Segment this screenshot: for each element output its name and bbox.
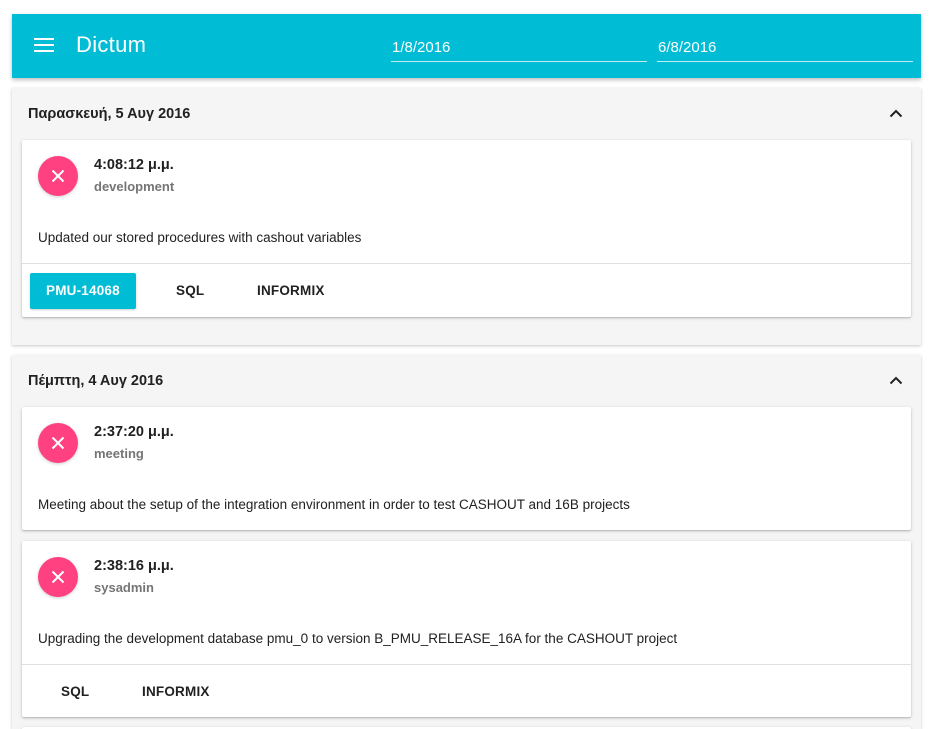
day-title: Πέμπτη, 4 Αυγ 2016 [28,373,164,389]
entry-time: 2:37:20 μ.μ. [94,424,174,440]
entry-card: 2:37:20 μ.μ. meeting Meeting about the s… [22,407,911,530]
tag-chip[interactable]: INFORMIX [126,674,226,710]
date-to-field[interactable] [657,34,913,62]
close-icon [51,570,65,584]
chevron-up-icon[interactable] [889,375,903,385]
delete-entry-button[interactable] [38,557,78,597]
close-icon [51,169,65,183]
entry-time: 2:38:16 μ.μ. [94,558,174,574]
day-header[interactable]: Πέμπτη, 4 Αυγ 2016 [12,355,921,407]
day-group: Πέμπτη, 4 Αυγ 2016 2:37:20 μ.μ. meeting … [12,355,921,729]
entry-description: Upgrading the development database pmu_0… [38,631,678,646]
close-icon [51,436,65,450]
app-title: Dictum [76,32,147,57]
entry-description: Updated our stored procedures with casho… [38,230,362,245]
day-header[interactable]: Παρασκευή, 5 Αυγ 2016 [12,88,921,140]
entry-card: 4:08:12 μ.μ. development Updated our sto… [22,140,911,317]
day-title: Παρασκευή, 5 Αυγ 2016 [28,106,191,122]
delete-entry-button[interactable] [38,156,78,196]
entry-description: Meeting about the setup of the integrati… [38,497,630,512]
app-toolbar: Dictum [12,14,921,78]
tag-chip[interactable]: SQL [45,674,105,710]
tag-chip[interactable]: SQL [160,273,220,309]
entry-category: sysadmin [94,580,154,595]
date-from-field[interactable] [391,34,647,62]
delete-entry-button[interactable] [38,423,78,463]
menu-icon[interactable] [34,38,54,54]
tag-chip[interactable]: INFORMIX [241,273,341,309]
tags-bar: PMU-14068 SQL INFORMIX [22,263,911,317]
tag-chip[interactable]: PMU-14068 [30,273,136,309]
chevron-up-icon[interactable] [889,108,903,118]
entry-card: 2:38:16 μ.μ. sysadmin Upgrading the deve… [22,541,911,717]
entry-time: 4:08:12 μ.μ. [94,157,174,173]
entry-category: meeting [94,446,144,461]
entry-category: development [94,179,175,194]
tags-bar: SQL INFORMIX [22,664,911,718]
day-group: Παρασκευή, 5 Αυγ 2016 4:08:12 μ.μ. devel… [12,88,921,345]
